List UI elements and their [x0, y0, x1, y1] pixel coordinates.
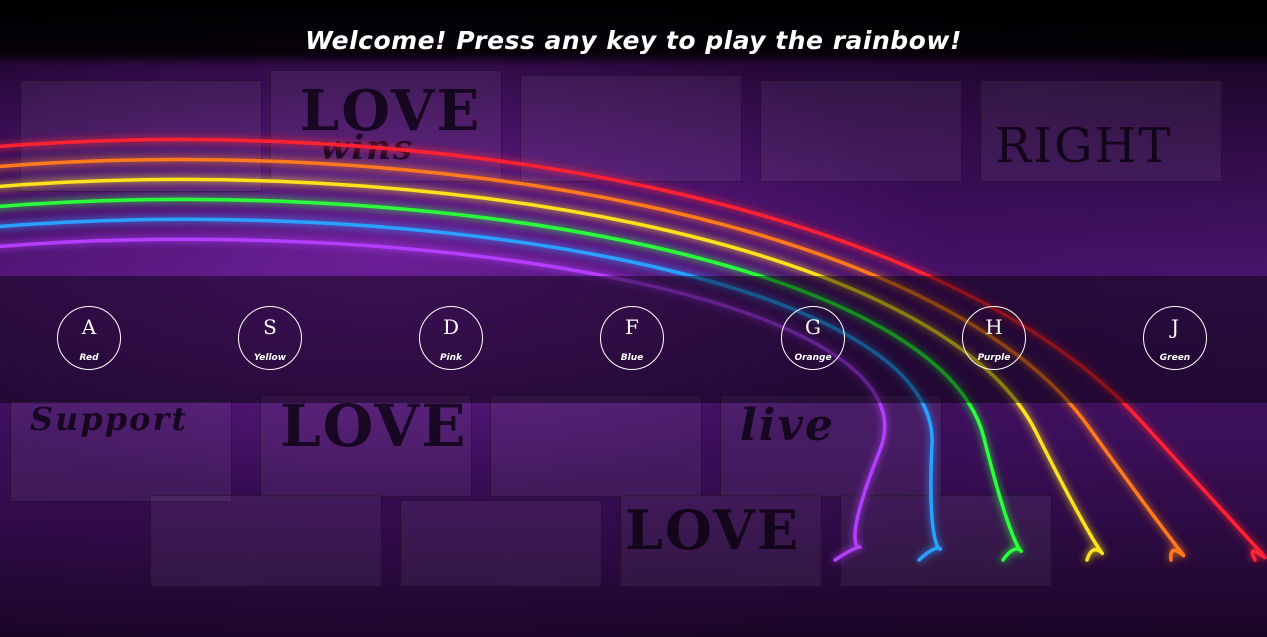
key-letter: G	[805, 315, 821, 339]
key-color-label: Red	[79, 353, 99, 363]
key-color-label: Pink	[439, 353, 463, 363]
key-button-d[interactable]: D Pink	[419, 306, 483, 370]
key-letter: H	[985, 315, 1003, 339]
key-letter: A	[81, 315, 97, 339]
key-color-label: Purple	[977, 353, 1011, 363]
key-color-label: Yellow	[253, 353, 287, 363]
key-button-s[interactable]: S Yellow	[238, 306, 302, 370]
key-letter: D	[442, 315, 460, 339]
key-color-label: Green	[1159, 353, 1191, 363]
key-button-j[interactable]: J Green	[1143, 306, 1207, 370]
title-bar: Welcome! Press any key to play the rainb…	[0, 0, 1267, 66]
key-button-f[interactable]: F Blue	[600, 306, 664, 370]
key-button-h[interactable]: H Purple	[962, 306, 1026, 370]
key-letter: S	[263, 315, 277, 339]
key-color-label: Blue	[620, 353, 644, 363]
key-color-label: Orange	[794, 353, 832, 363]
key-button-g[interactable]: G Orange	[781, 306, 845, 370]
key-letter: F	[625, 315, 639, 339]
key-letter: J	[1170, 315, 1180, 339]
key-button-a[interactable]: A Red	[57, 306, 121, 370]
page-title: Welcome! Press any key to play the rainb…	[305, 26, 962, 55]
